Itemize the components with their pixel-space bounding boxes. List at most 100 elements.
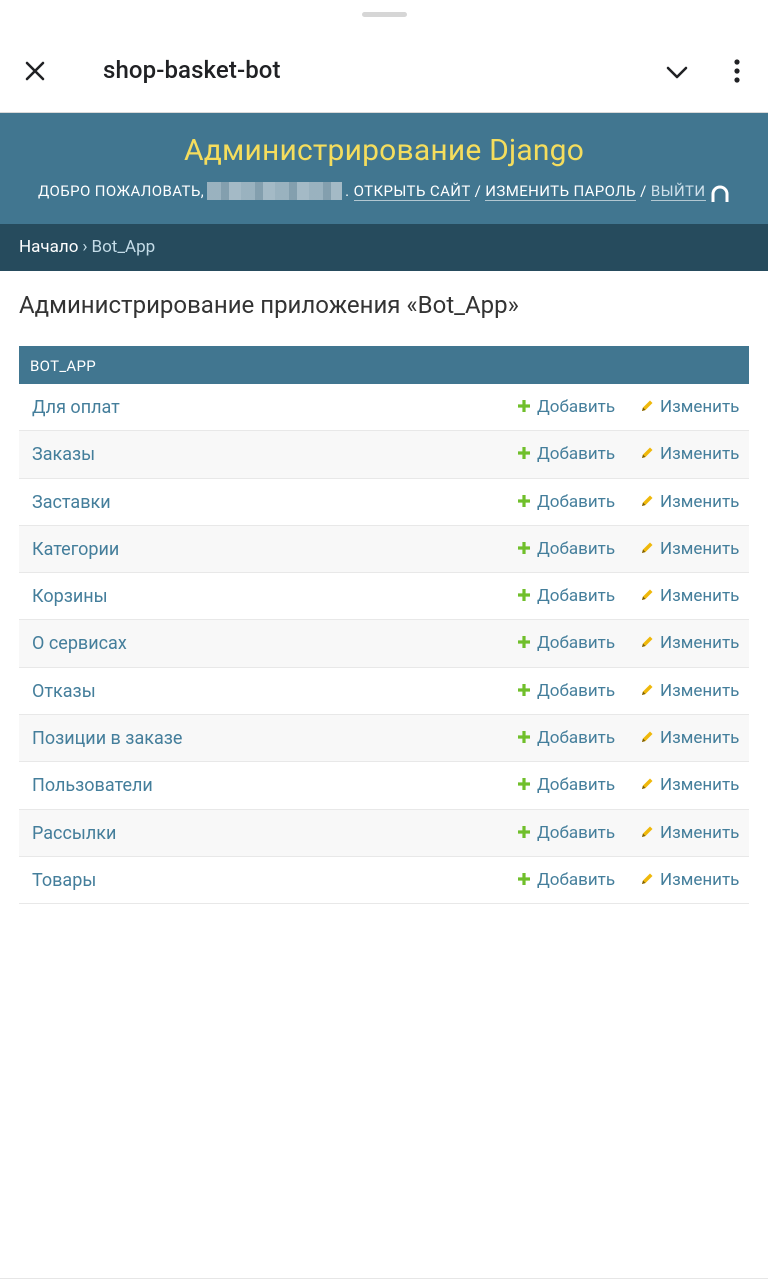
add-link[interactable]: Добавить: [517, 823, 615, 843]
pencil-icon: [642, 778, 653, 790]
pencil-icon: [642, 589, 653, 601]
change-link-label: Изменить: [660, 586, 740, 607]
add-icon: [518, 589, 530, 602]
logout-link[interactable]: ВЫЙТИ: [650, 182, 706, 201]
model-link[interactable]: Пользователи: [32, 775, 153, 796]
pencil-icon: [642, 684, 653, 695]
change-link[interactable]: Изменить: [640, 539, 739, 559]
add-link-label: Добавить: [537, 491, 616, 512]
site-branding[interactable]: Администрирование Django: [0, 133, 768, 168]
page-title: Администрирование приложения «Bot_App»: [19, 291, 519, 319]
add-link[interactable]: Добавить: [517, 870, 615, 890]
change-link[interactable]: Изменить: [640, 823, 739, 843]
table-row: Заказы Добавить Изменить: [19, 431, 749, 479]
more-options-button[interactable]: [722, 56, 752, 86]
drag-handle[interactable]: [362, 12, 407, 17]
add-icon: [518, 494, 530, 507]
pencil-icon: [642, 636, 653, 648]
module-caption[interactable]: BOT_APP: [19, 346, 749, 384]
breadcrumb-current: Bot_App: [91, 237, 156, 257]
change-link[interactable]: Изменить: [640, 870, 739, 890]
close-button[interactable]: [20, 56, 50, 86]
model-link[interactable]: Категории: [32, 539, 119, 560]
add-icon: [518, 825, 530, 838]
add-link-label: Добавить: [537, 538, 616, 559]
add-link-label: Добавить: [537, 397, 616, 417]
model-link[interactable]: Товары: [32, 870, 96, 891]
divider: [0, 1278, 768, 1279]
model-link[interactable]: Корзины: [32, 586, 108, 607]
model-link[interactable]: Заставки: [32, 492, 111, 513]
change-link-label: Изменить: [660, 680, 740, 701]
theme-toggle-icon: [711, 185, 729, 202]
change-link[interactable]: Изменить: [640, 492, 739, 512]
model-link[interactable]: Заказы: [32, 444, 95, 465]
model-link[interactable]: О сервисах: [32, 633, 127, 654]
pencil-icon: [642, 873, 653, 884]
pencil-icon: [642, 826, 653, 837]
change-link-label: Изменить: [660, 775, 740, 796]
change-password-link[interactable]: ИЗМЕНИТЬ ПАРОЛЬ: [485, 182, 636, 201]
add-link[interactable]: Добавить: [517, 492, 615, 512]
chevron-down-icon: [666, 66, 688, 79]
pencil-icon: [642, 400, 653, 411]
add-link[interactable]: Добавить: [517, 539, 615, 559]
add-icon: [518, 778, 530, 791]
add-link-label: Добавить: [537, 680, 616, 701]
change-link-label: Изменить: [660, 397, 740, 417]
table-row: Позиции в заказе Добавить Изменить: [19, 715, 749, 763]
model-link[interactable]: Рассылки: [32, 823, 116, 844]
add-link[interactable]: Добавить: [517, 633, 615, 653]
table-row: Товары Добавить Изменить: [19, 856, 749, 905]
view-site-link[interactable]: ОТКРЫТЬ САЙТ: [353, 182, 471, 201]
pencil-icon: [642, 447, 653, 459]
theme-toggle-button[interactable]: [709, 183, 731, 205]
app-bar-title: shop-basket-bot: [103, 56, 281, 84]
add-link[interactable]: Добавить: [517, 775, 615, 795]
table-row: Заставки Добавить Изменить: [19, 478, 749, 526]
add-link[interactable]: Добавить: [517, 681, 615, 701]
change-link-label: Изменить: [660, 633, 740, 654]
app-bar: shop-basket-bot: [0, 30, 768, 113]
change-link-label: Изменить: [660, 822, 740, 843]
add-icon: [518, 400, 530, 412]
add-link[interactable]: Добавить: [517, 444, 615, 464]
table-row: Рассылки Добавить Изменить: [19, 809, 749, 857]
change-link[interactable]: Изменить: [640, 586, 739, 606]
collapse-button[interactable]: [662, 58, 692, 88]
model-link[interactable]: Для оплат: [32, 397, 120, 418]
add-icon: [518, 447, 530, 460]
change-link[interactable]: Изменить: [640, 444, 739, 464]
table-row: Пользователи Добавить Изменить: [19, 762, 749, 810]
change-link-label: Изменить: [660, 869, 740, 890]
table-row: О сервисах Добавить Изменить: [19, 620, 749, 668]
model-link[interactable]: Позиции в заказе: [32, 728, 182, 749]
add-link-label: Добавить: [537, 728, 616, 749]
change-link[interactable]: Изменить: [640, 633, 739, 653]
add-link[interactable]: Добавить: [517, 397, 615, 417]
change-link-label: Изменить: [660, 444, 740, 465]
change-link-label: Изменить: [660, 538, 740, 559]
pencil-icon: [642, 542, 653, 553]
pencil-icon: [642, 495, 653, 506]
change-link[interactable]: Изменить: [640, 728, 739, 748]
table-row: Корзины Добавить Изменить: [19, 573, 749, 621]
add-icon: [518, 872, 530, 885]
redacted-username: [207, 182, 343, 200]
change-link-label: Изменить: [660, 728, 740, 749]
change-link[interactable]: Изменить: [640, 397, 739, 417]
add-link-label: Добавить: [537, 775, 616, 796]
table-row: Отказы Добавить Изменить: [19, 667, 749, 716]
add-link-label: Добавить: [537, 444, 616, 465]
breadcrumb-home-link[interactable]: Начало: [19, 237, 78, 257]
add-icon: [518, 683, 530, 696]
add-link[interactable]: Добавить: [517, 586, 615, 606]
breadcrumb-separator: ›: [82, 237, 88, 257]
welcome-text: ДОБРО ПОЖАЛОВАТЬ,: [38, 182, 205, 200]
change-link[interactable]: Изменить: [640, 775, 739, 795]
add-icon: [518, 636, 530, 649]
model-link[interactable]: Отказы: [32, 681, 96, 702]
table-row: Категории Добавить Изменить: [19, 525, 749, 574]
change-link[interactable]: Изменить: [640, 681, 739, 701]
add-link[interactable]: Добавить: [517, 728, 615, 748]
